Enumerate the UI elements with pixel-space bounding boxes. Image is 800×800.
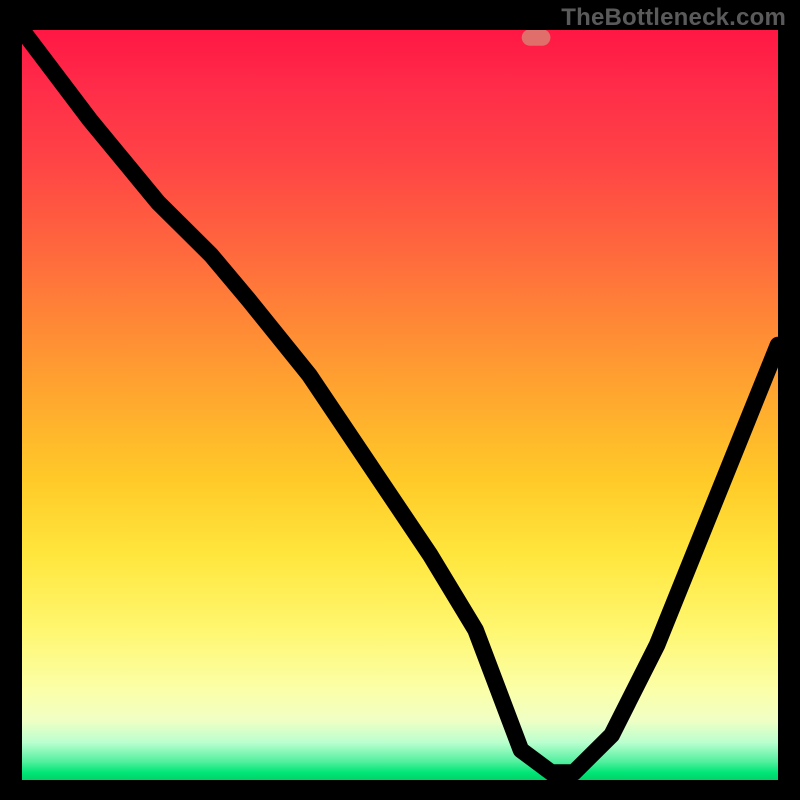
bottleneck-curve (22, 30, 778, 780)
chart-container: TheBottleneck.com (0, 0, 800, 800)
watermark-text: TheBottleneck.com (561, 4, 786, 32)
plot-area (22, 30, 778, 780)
optimum-marker (522, 30, 551, 46)
curve-line (22, 30, 778, 773)
